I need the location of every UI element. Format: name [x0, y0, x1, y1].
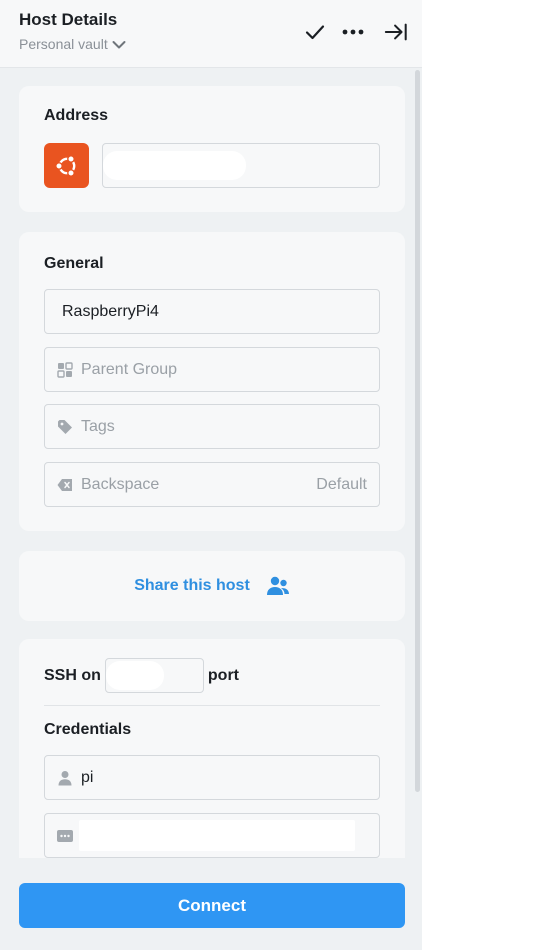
general-card: General RaspberryPi4 Parent Group Tags B…: [19, 232, 405, 531]
chevron-down-icon: [112, 41, 126, 49]
address-card: Address: [19, 86, 405, 212]
backspace-field[interactable]: Backspace Default: [44, 462, 380, 507]
footer: Connect: [0, 858, 422, 950]
password-icon: [57, 828, 73, 844]
backspace-default-value: Default: [316, 475, 367, 493]
share-host-label: Share this host: [134, 577, 250, 594]
address-title: Address: [44, 107, 109, 124]
users-icon: [266, 576, 289, 595]
general-title: General: [44, 255, 104, 272]
redacted-password: [79, 820, 355, 851]
redacted-address: [103, 151, 246, 180]
parent-group-field[interactable]: Parent Group: [44, 347, 380, 392]
vault-selector[interactable]: Personal vault: [19, 36, 126, 52]
backspace-icon: [57, 477, 73, 493]
redacted-port: [105, 661, 164, 690]
username-value: pi: [81, 768, 94, 786]
ssh-port-row: SSH on port: [44, 658, 239, 693]
share-card[interactable]: Share this host: [19, 551, 405, 621]
os-icon-button[interactable]: [44, 143, 89, 188]
connect-button[interactable]: Connect: [19, 883, 405, 928]
connection-card: SSH on port Credentials pi: [19, 639, 405, 858]
username-field[interactable]: pi: [44, 755, 380, 800]
share-host-button[interactable]: Share this host: [19, 551, 405, 621]
tag-icon: [57, 419, 73, 435]
divider: [44, 705, 380, 706]
header: Host Details Personal vault: [0, 0, 422, 68]
scrollbar[interactable]: [415, 70, 420, 792]
tags-field[interactable]: Tags: [44, 404, 380, 449]
collapse-panel-icon[interactable]: [384, 20, 408, 44]
password-field[interactable]: [44, 813, 380, 858]
page-title: Host Details: [19, 10, 118, 29]
ssh-on-label: SSH on: [44, 666, 101, 684]
vault-label: Personal vault: [19, 36, 108, 52]
label-field[interactable]: RaspberryPi4: [44, 289, 380, 334]
port-suffix-label: port: [207, 666, 239, 684]
user-icon: [57, 770, 73, 786]
ubuntu-icon: [54, 154, 75, 177]
label-value: RaspberryPi4: [62, 302, 159, 320]
details-scroll-area[interactable]: Address General RaspberryPi4 Parent Grou…: [0, 68, 422, 858]
port-input[interactable]: [104, 658, 204, 693]
backspace-label: Backspace: [81, 475, 160, 493]
address-input[interactable]: [102, 143, 380, 188]
tags-placeholder: Tags: [81, 417, 115, 435]
checkmark-icon[interactable]: [303, 20, 327, 44]
host-details-panel: Host Details Personal vault Address Gene…: [0, 0, 422, 950]
group-icon: [57, 361, 73, 378]
more-options-icon[interactable]: [341, 20, 365, 44]
credentials-title: Credentials: [44, 721, 132, 738]
parent-group-placeholder: Parent Group: [81, 360, 178, 378]
